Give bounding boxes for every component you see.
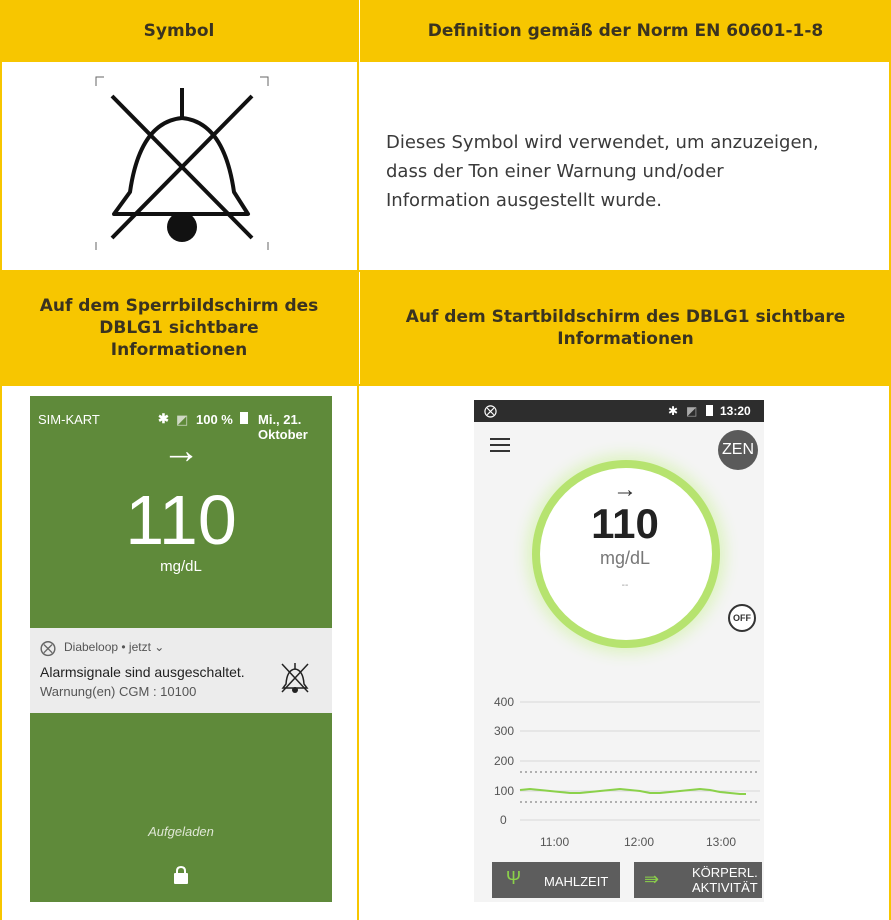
glucose-unit: mg/dL [160,558,202,575]
header-lock-screen: Auf dem Sperrbildschirm des DBLG1 sichtb… [0,272,358,384]
bluetooth-icon: ✱ [158,411,169,426]
zen-mode-badge[interactable]: ZEN [718,430,758,470]
row-divider-2 [0,384,891,386]
no-sim-icon: ◩ [176,412,189,427]
secondary-value: -- [621,580,629,591]
notification-title: Alarmsignale sind ausgeschaltet. [40,664,245,680]
fork-knife-icon: Ψ [506,868,522,888]
alarm-off-status-icon: ⨂ [484,403,497,418]
alarm-off-bell-icon [281,663,309,693]
menu-icon[interactable] [490,438,510,452]
no-sim-icon: ◩ [686,404,698,418]
definition-line-3: Information ausgestellt wurde. [386,190,662,211]
header-definition-text: Definition gemäß der Norm EN 60601-1-8 [427,21,824,41]
y-tick-300: 300 [494,724,514,738]
glucose-chart: 400 300 200 100 0 11:00 12:00 13:00 [494,695,760,849]
home-screen: ⨂ ✱ ◩ 13:20 ZEN → 110 mg/dL -- OFF 400 3… [474,400,764,902]
battery-icon [240,412,248,424]
header-home-screen: Auf dem Startbildschirm des DBLG1 sichtb… [360,272,891,384]
trend-arrow-icon: → [162,430,200,472]
row-divider-1 [0,270,891,272]
glucose-value: 110 [591,500,659,547]
x-tick-1300: 13:00 [706,835,736,849]
glucose-value: 110 [125,481,237,559]
notification-body: Warnung(en) CGM : 10100 [40,684,197,699]
x-tick-1200: 12:00 [624,835,654,849]
y-tick-400: 400 [494,695,514,709]
definition-line-2: dass der Ton einer Warnung und/oder [386,161,724,182]
header-symbol-text: Symbol [143,21,215,41]
border-left [0,0,2,920]
home-status-bar: ⨂ ✱ ◩ 13:20 [474,400,764,422]
battery-label: 100 % [196,412,233,427]
header-lock-line-1: Auf dem Sperrbildschirm des [39,296,319,316]
activity-button[interactable]: ⇛ KÖRPERL. AKTIVITÄT [634,862,762,898]
definition-line-1: Dieses Symbol wird verwendet, um anzuzei… [386,132,819,153]
x-tick-1100: 11:00 [540,835,569,849]
carrier-label: SIM-KART [38,412,100,427]
y-tick-0: 0 [500,813,507,827]
glucose-unit: mg/dL [599,548,651,568]
bluetooth-icon: ✱ [668,404,679,418]
y-tick-200: 200 [494,754,514,768]
off-badge[interactable]: OFF [728,604,756,632]
meal-button-label: MAHLZEIT [544,874,609,889]
header-home-line-1: Auf dem Startbildschirm des DBLG1 sichtb… [405,307,846,327]
column-divider [357,0,359,920]
definition-text: Dieses Symbol wird verwendet, um anzuzei… [386,128,876,215]
activity-label-1: KÖRPERL. [692,865,758,880]
notification-card[interactable]: ⨂ Diabeloop • jetzt ⌄ Alarmsignale sind … [30,628,332,713]
time-label: 13:20 [720,404,751,418]
alarm-off-bell-icon [95,76,269,250]
header-home-line-2: Informationen [557,329,694,349]
lock-screen: SIM-KART ✱ ◩ 100 % Mi., 21. Oktober → 11… [30,396,332,902]
y-tick-100: 100 [494,784,514,798]
battery-icon [706,405,713,416]
header-lock-line-3: Informationen [110,340,248,360]
running-icon: ⇛ [644,869,660,889]
lock-status-bar: SIM-KART ✱ ◩ 100 % Mi., 21. Oktober [30,396,332,442]
header-lock-line-2: DBLG1 sichtbare [99,318,259,338]
lock-icon[interactable] [173,866,189,884]
header-definition: Definition gemäß der Norm EN 60601-1-8 [360,0,891,62]
notification-app: Diabeloop • jetzt ⌄ [64,640,165,654]
activity-label-2: AKTIVITÄT [692,880,758,895]
symbol-cell [0,62,358,270]
charging-label: Aufgeladen [148,824,214,839]
header-symbol: Symbol [0,0,358,62]
alarm-off-small-icon: ⨂ [40,640,56,657]
meal-button[interactable]: Ψ MAHLZEIT [492,862,620,898]
